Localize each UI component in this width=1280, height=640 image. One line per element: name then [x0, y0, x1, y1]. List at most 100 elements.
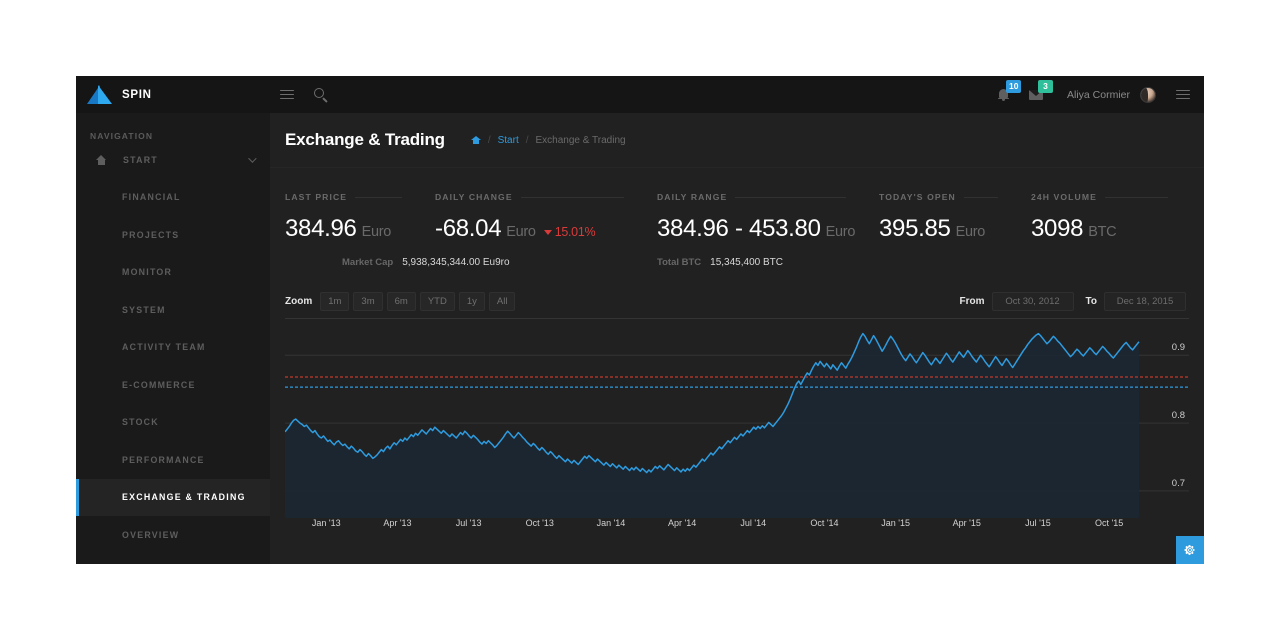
sidebar-item-label: PERFORMANCE [122, 454, 205, 465]
triangle-logo-icon [87, 85, 113, 104]
substat-label: Market Cap [342, 257, 394, 268]
sidebar-group-label: START [123, 154, 158, 165]
price-chart-svg[interactable] [285, 318, 1189, 518]
chart-y-tick-label: 0.8 [1171, 410, 1185, 422]
stat-last-price: LAST PRICE 384.96 Euro [270, 192, 420, 243]
home-icon [96, 154, 107, 165]
chart-x-tick-label: Oct '13 [525, 518, 554, 528]
stat-daily-range: DAILY RANGE 384.96 - 453.80 Euro [642, 192, 864, 243]
to-label: To [1085, 295, 1097, 307]
sidebar-item-financial[interactable]: FINANCIAL [76, 179, 270, 217]
from-label: From [959, 295, 985, 307]
from-date-input[interactable]: Oct 30, 2012 [991, 291, 1074, 311]
stat-daily-change: DAILY CHANGE -68.04 Euro 15.01% [420, 192, 642, 243]
substat-market-cap: Market Cap 5,938,345,344.00 Eu9ro [285, 257, 642, 268]
chart-x-tick-label: Jan '13 [311, 518, 341, 528]
chart-x-tick-label: Jul '14 [740, 518, 767, 528]
stat-rule [355, 196, 402, 198]
stats-row: LAST PRICE 384.96 Euro DAILY CHANGE -68.0… [270, 168, 1204, 243]
zoom-button-all[interactable]: All [488, 291, 516, 311]
sidebar: NAVIGATION START FINANCIAL PROJECTS MONI… [76, 113, 270, 564]
chart-x-tick-label: Jan '14 [596, 518, 626, 528]
caret-down-icon [543, 229, 552, 235]
zoom-button-6m[interactable]: 6m [386, 291, 416, 311]
messages-badge: 3 [1037, 80, 1053, 93]
sidebar-item-stock[interactable]: STOCK [76, 404, 270, 442]
chevron-down-icon [248, 154, 257, 163]
username-label[interactable]: Aliya Cormier [1067, 89, 1130, 101]
stat-pct: 15.01% [554, 225, 596, 239]
substat-label: Total BTC [657, 257, 702, 268]
stat-value: 384.96 - 453.80 [657, 215, 821, 242]
chart-toolbar: Zoom 1m 3m 6m YTD 1y All From Oct 30, 20… [270, 268, 1204, 314]
stat-value: -68.04 [435, 215, 502, 242]
stat-label: LAST PRICE [285, 192, 348, 202]
stat-unit: Euro [955, 224, 986, 240]
sidebar-toggle-button[interactable] [270, 76, 304, 113]
stat-value: 3098 [1031, 215, 1084, 242]
sidebar-item-label: OVERVIEW [122, 529, 180, 540]
gear-icon [1184, 545, 1195, 555]
stat-rule [1104, 196, 1168, 198]
zoom-label: Zoom [285, 295, 313, 307]
to-date-input[interactable]: Dec 18, 2015 [1104, 291, 1186, 311]
breadcrumb: / Start / Exchange & Trading [470, 134, 626, 146]
main-content: Exchange & Trading / Start / Exchange & … [270, 113, 1204, 564]
substat-value: 15,345,400 BTC [710, 257, 783, 268]
stat-label: DAILY CHANGE [435, 192, 513, 202]
brand-name: SPIN [122, 88, 152, 101]
messages-button[interactable]: 3 [1021, 76, 1053, 113]
chart-x-tick-label: Apr '14 [667, 518, 697, 528]
top-bar: SPIN 10 3 Aliya Cormier [76, 76, 1204, 113]
stat-unit: Euro [361, 224, 392, 240]
hamburger-icon [1176, 89, 1190, 100]
app-window: SPIN 10 3 Aliya Cormier NAVIGATION START… [76, 76, 1204, 564]
stat-todays-open: TODAY'S OPEN 395.85 Euro [864, 192, 1016, 243]
notifications-button[interactable]: 10 [989, 76, 1022, 113]
settings-panel-toggle[interactable] [1168, 76, 1198, 113]
breadcrumb-link-start[interactable]: Start [498, 135, 519, 146]
notifications-badge: 10 [1005, 80, 1022, 93]
stat-value: 395.85 [879, 215, 951, 242]
price-chart[interactable]: 0.7 0.8 0.9 [285, 318, 1189, 518]
sidebar-item-e-commerce[interactable]: E-COMMERCE [76, 366, 270, 404]
chart-x-tick-label: Oct '15 [1094, 518, 1124, 528]
sidebar-item-activity-team[interactable]: ACTIVITY TEAM [76, 329, 270, 367]
breadcrumb-separator: / [525, 134, 529, 146]
zoom-button-1y[interactable]: 1y [458, 291, 485, 311]
avatar[interactable] [1140, 86, 1156, 103]
zoom-button-1m[interactable]: 1m [320, 291, 350, 311]
search-button[interactable] [304, 76, 338, 113]
sidebar-item-label: MONITOR [122, 267, 173, 278]
home-icon[interactable] [470, 135, 481, 145]
zoom-button-ytd[interactable]: YTD [419, 291, 455, 311]
substat-total-btc: Total BTC 15,345,400 BTC [642, 257, 783, 268]
stat-label: DAILY RANGE [657, 192, 728, 202]
top-bar-right: 10 3 Aliya Cormier [989, 76, 1204, 113]
sidebar-item-label: E-COMMERCE [122, 379, 196, 390]
breadcrumb-current: Exchange & Trading [535, 134, 626, 146]
stat-label: 24H VOLUME [1031, 192, 1097, 202]
chart-x-tick-label: Apr '13 [383, 518, 412, 528]
sidebar-item-system[interactable]: SYSTEM [76, 291, 270, 329]
zoom-button-3m[interactable]: 3m [353, 291, 383, 311]
sidebar-item-performance[interactable]: PERFORMANCE [76, 441, 270, 479]
stat-rule [963, 196, 998, 198]
sidebar-item-overview[interactable]: OVERVIEW [76, 516, 270, 554]
sidebar-item-monitor[interactable]: MONITOR [76, 254, 270, 292]
sidebar-item-projects[interactable]: PROJECTS [76, 216, 270, 254]
sidebar-item-exchange-trading[interactable]: EXCHANGE & TRADING [76, 478, 270, 516]
stat-value: 384.96 [285, 215, 357, 242]
stat-label: TODAY'S OPEN [879, 192, 956, 202]
page-header: Exchange & Trading / Start / Exchange & … [270, 113, 1204, 168]
brand[interactable]: SPIN [76, 76, 270, 113]
substats-row: Market Cap 5,938,345,344.00 Eu9ro Total … [270, 257, 1204, 268]
chart-x-tick-label: Jul '13 [455, 518, 482, 528]
stat-rule [735, 196, 846, 198]
settings-fab-button[interactable] [1176, 536, 1204, 564]
substat-value: 5,938,345,344.00 Eu9ro [402, 257, 510, 268]
chart-x-tick-label: Jul '15 [1025, 518, 1051, 528]
stat-unit: Euro [825, 224, 856, 240]
chart-x-tick-label: Oct '14 [810, 518, 839, 528]
sidebar-group-start[interactable]: START [76, 141, 270, 179]
